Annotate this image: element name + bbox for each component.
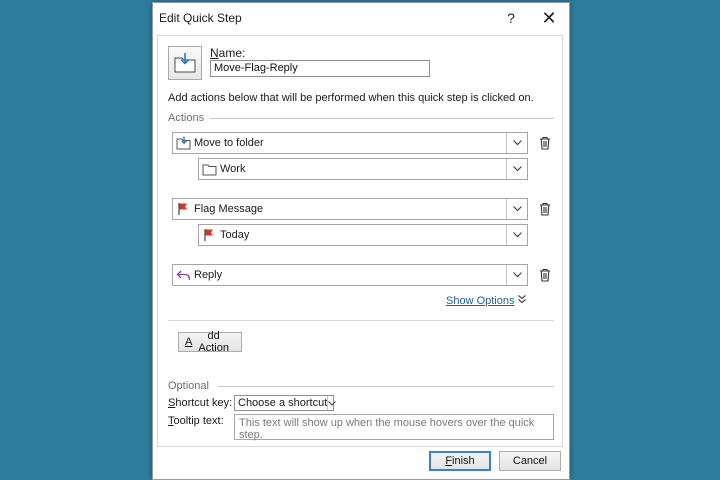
delete-action-move-icon[interactable] (538, 135, 552, 151)
cancel-button[interactable]: Cancel (499, 451, 561, 471)
action-flag-message-select[interactable]: Flag Message (172, 198, 528, 220)
quick-step-icon-button[interactable] (168, 46, 202, 80)
move-to-folder-icon (174, 53, 196, 73)
chevron-down-icon[interactable] (506, 159, 527, 179)
name-label: Name: (210, 46, 246, 60)
action-label: Flag Message (194, 203, 264, 215)
dialog-title: Edit Quick Step (159, 11, 242, 25)
chevron-down-icon[interactable] (327, 396, 337, 410)
chevron-down-icon[interactable] (506, 199, 527, 219)
action-move-to-folder-select[interactable]: Move to folder (172, 132, 528, 154)
folder-value: Work (220, 163, 246, 175)
shortcut-key-select[interactable]: Choose a shortcut (234, 395, 337, 411)
action-label: Reply (194, 269, 223, 281)
chevron-down-icon[interactable] (506, 225, 527, 245)
optional-section-label: Optional (168, 380, 209, 392)
tooltip-text-label: Tooltip text: (168, 415, 224, 427)
action-label: Move to folder (194, 137, 264, 149)
quick-step-panel: Name: Add actions below that will be per… (157, 35, 563, 447)
actions-section-label: Actions (168, 112, 205, 124)
name-input[interactable] (210, 60, 430, 77)
delete-action-reply-icon[interactable] (538, 267, 552, 283)
title-bar: Edit Quick Step ? ✕ (153, 3, 569, 33)
double-chevron-down-icon[interactable] (516, 293, 530, 307)
chevron-down-icon[interactable] (506, 265, 527, 285)
show-options-link[interactable]: Show Options (446, 295, 514, 307)
edit-quick-step-dialog: Edit Quick Step ? ✕ Name: Add actions be… (152, 2, 570, 480)
actions-section-line (210, 118, 554, 119)
delete-action-flag-icon[interactable] (538, 201, 552, 217)
action-reply-select[interactable]: Reply (172, 264, 528, 286)
close-button[interactable]: ✕ (537, 7, 561, 29)
reply-icon (175, 267, 191, 283)
move-to-folder-icon (175, 135, 191, 151)
flag-due-select[interactable]: Today (198, 224, 528, 246)
flag-icon (175, 201, 191, 217)
folder-icon (201, 161, 217, 177)
shortcut-key-value: Choose a shortcut (238, 397, 328, 409)
tooltip-text-input[interactable]: This text will show up when the mouse ho… (234, 414, 554, 441)
instructions-text: Add actions below that will be performed… (168, 92, 534, 104)
shortcut-key-label: Shortcut key: (168, 397, 233, 409)
help-button[interactable]: ? (499, 7, 523, 29)
finish-button[interactable]: Finish (429, 451, 491, 471)
chevron-down-icon[interactable] (506, 133, 527, 153)
add-action-button[interactable]: Add Action (178, 330, 242, 354)
flag-icon (201, 227, 217, 243)
divider (168, 320, 554, 321)
optional-section-line (218, 386, 554, 387)
folder-select[interactable]: Work (198, 158, 528, 180)
flag-due-value: Today (220, 229, 250, 241)
